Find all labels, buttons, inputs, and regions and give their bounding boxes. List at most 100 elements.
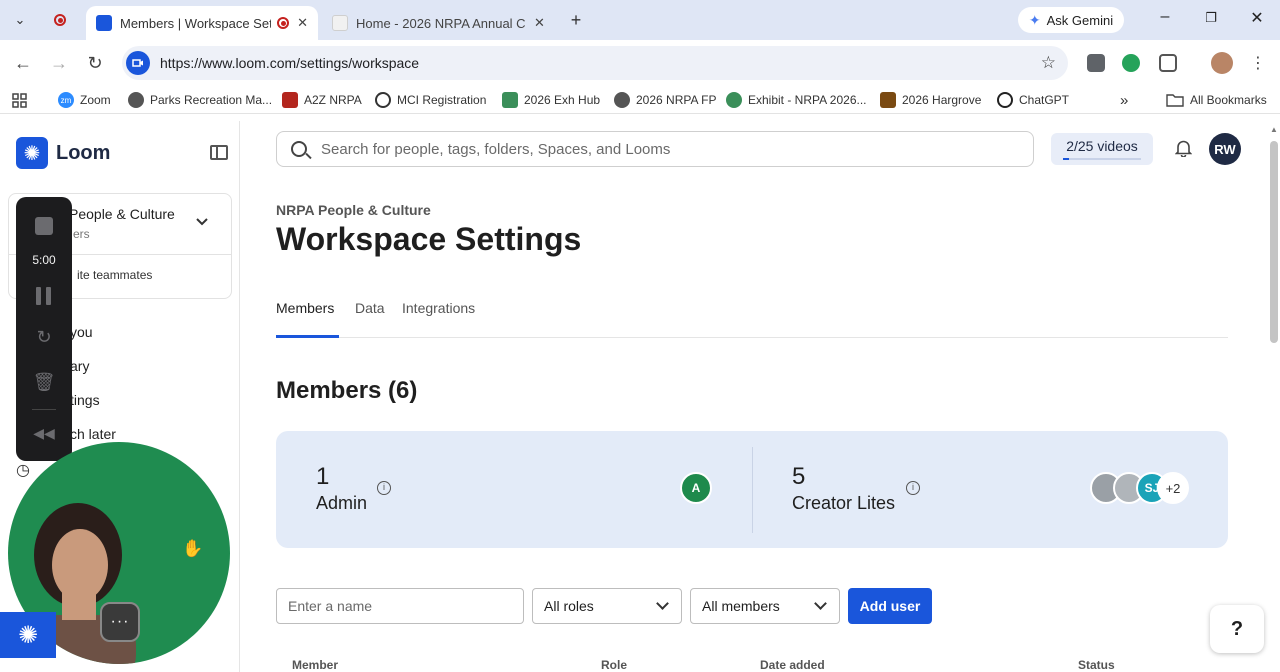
all-bookmarks-label: All Bookmarks (1190, 93, 1267, 107)
recorder-control-panel: 5:00 ↻ 🗑 ◀◀ (16, 197, 72, 461)
column-header-status[interactable]: Status (1078, 658, 1115, 672)
bookmarks-overflow-icon[interactable]: » (1120, 90, 1128, 110)
tab-integrations[interactable]: Integrations (402, 300, 475, 316)
close-window-icon[interactable]: ✕ (1242, 8, 1272, 28)
apps-grid-icon[interactable] (12, 90, 27, 110)
camera-options-button[interactable]: ··· (100, 602, 140, 642)
loom-logo-icon: ✺ (16, 137, 48, 169)
page-scrollbar[interactable]: ▲ (1268, 125, 1280, 672)
tab-members[interactable]: Members (276, 300, 334, 316)
loom-record-button[interactable]: ✺ (0, 612, 56, 658)
column-header-role[interactable]: Role (601, 658, 627, 672)
sidebar-item-for-you[interactable]: you (70, 324, 93, 340)
bookmark-label: MCI Registration (397, 93, 487, 107)
bookmark-label: Parks Recreation Ma... (150, 93, 273, 107)
tab-title: Home - 2026 NRPA Annual Con (356, 15, 526, 31)
extensions-puzzle-icon[interactable] (1159, 54, 1177, 72)
creator-lite-count: 5 (792, 463, 806, 490)
column-header-date-added[interactable]: Date added (760, 658, 825, 672)
browser-menu-icon[interactable]: ⋮ (1247, 52, 1269, 74)
search-bar[interactable] (276, 131, 1034, 167)
bookmark-hargrove[interactable]: 2026 Hargrove (880, 90, 981, 110)
bookmark-a2z-nrpa[interactable]: A2Z NRPA (282, 90, 362, 110)
minimize-window-icon[interactable]: – (1150, 8, 1180, 26)
back-arrow-icon[interactable]: ← (12, 52, 34, 74)
active-tab-indicator (276, 335, 339, 338)
collapse-sidebar-icon[interactable] (210, 145, 228, 160)
tab-nrpa-home[interactable]: Home - 2026 NRPA Annual Con ✕ (322, 6, 560, 40)
ask-gemini-button[interactable]: ✦ Ask Gemini (1018, 7, 1124, 33)
scroll-up-icon[interactable]: ▲ (1270, 125, 1278, 134)
new-tab-button[interactable]: + (563, 7, 589, 33)
bookmark-exh-hub[interactable]: 2026 Exh Hub (502, 90, 600, 110)
tab-data[interactable]: Data (355, 300, 385, 316)
more-members-badge[interactable]: +2 (1157, 472, 1189, 504)
clock-icon[interactable]: ◷ (16, 460, 30, 480)
forward-arrow-icon[interactable]: → (48, 52, 70, 74)
profile-avatar[interactable] (1211, 52, 1233, 74)
sidebar: ✺ Loom People & Culture ers ite teammate… (0, 121, 240, 672)
stop-recording-icon[interactable] (35, 217, 53, 235)
omnibox[interactable]: https://www.loom.com/settings/workspace … (122, 46, 1068, 80)
video-count-text: 2/25 videos (1066, 138, 1138, 154)
globe-icon (614, 92, 630, 108)
info-icon[interactable]: i (906, 481, 920, 495)
tab-recording-icon (277, 17, 290, 29)
nrpa-favicon-icon (726, 92, 742, 108)
members-heading: Members (6) (276, 377, 418, 404)
workspace-name: People & Culture (69, 206, 175, 222)
bookmark-parks-recreation[interactable]: Parks Recreation Ma... (128, 90, 272, 110)
bookmark-zoom[interactable]: zm Zoom (58, 90, 111, 110)
bookmark-nrpa-fp[interactable]: 2026 NRPA FP (614, 90, 716, 110)
bookmark-label: 2026 NRPA FP (636, 93, 717, 107)
hargrove-favicon-icon (880, 92, 896, 108)
admin-avatar[interactable]: A (680, 472, 712, 504)
column-header-member[interactable]: Member (292, 658, 338, 672)
bookmark-mci-registration[interactable]: MCI Registration (375, 90, 486, 110)
user-avatar[interactable]: RW (1209, 133, 1241, 165)
bookmark-chatgpt[interactable]: ChatGPT (997, 90, 1069, 110)
divider (752, 447, 753, 533)
recording-indicator-icon[interactable] (47, 7, 73, 33)
ask-gemini-label: Ask Gemini (1046, 12, 1114, 28)
sidebar-item-watch-later[interactable]: ch later (70, 426, 116, 442)
restart-icon[interactable]: ↻ (16, 327, 72, 348)
bookmark-label: A2Z NRPA (304, 93, 362, 107)
add-user-button[interactable]: Add user (848, 588, 932, 624)
bookmark-exhibit-nrpa[interactable]: Exhibit - NRPA 2026... (726, 90, 867, 110)
members-select[interactable]: All members (690, 588, 840, 624)
search-input[interactable] (321, 140, 1001, 158)
loom-favicon-icon (96, 15, 112, 31)
sidebar-item-library[interactable]: ary (70, 358, 89, 374)
creator-lite-label: Creator Lites (792, 493, 896, 513)
extension-icon[interactable] (1087, 54, 1105, 72)
reload-icon[interactable]: ↻ (84, 52, 106, 74)
notifications-bell-icon[interactable] (1174, 139, 1193, 162)
tab-loom-members[interactable]: Members | Workspace Setti ✕ (86, 6, 318, 40)
scrollbar-thumb[interactable] (1270, 141, 1278, 343)
video-count-badge[interactable]: 2/25 videos (1051, 133, 1153, 165)
grammarly-extension-icon[interactable] (1122, 54, 1140, 72)
close-tab-icon[interactable]: ✕ (297, 15, 308, 31)
collapse-controls-icon[interactable]: ◀◀ (16, 425, 72, 442)
pause-icon[interactable] (36, 287, 52, 305)
invite-teammates-link[interactable]: ite teammates (77, 268, 152, 282)
chatgpt-favicon-icon (997, 92, 1013, 108)
workspace-org-name: NRPA People & Culture (276, 202, 431, 218)
tab-search-chevron-icon[interactable]: ⌄ (7, 7, 33, 33)
bookmark-star-icon[interactable]: ☆ (1041, 53, 1056, 73)
sidebar-item-settings[interactable]: tings (70, 392, 100, 408)
chevron-down-icon (195, 214, 209, 230)
close-tab-icon[interactable]: ✕ (534, 15, 545, 31)
help-button[interactable]: ? (1210, 605, 1264, 653)
restore-window-icon[interactable]: ❐ (1196, 10, 1226, 26)
info-icon[interactable]: i (377, 481, 391, 495)
page-title: Workspace Settings (276, 221, 582, 257)
loom-logo[interactable]: ✺ Loom (16, 137, 110, 169)
site-info-icon[interactable] (126, 51, 150, 75)
trash-icon[interactable]: 🗑 (16, 372, 72, 393)
name-filter-input[interactable] (276, 588, 524, 624)
all-bookmarks-button[interactable]: All Bookmarks (1166, 90, 1267, 110)
folder-icon (1166, 94, 1184, 107)
roles-select[interactable]: All roles (532, 588, 682, 624)
